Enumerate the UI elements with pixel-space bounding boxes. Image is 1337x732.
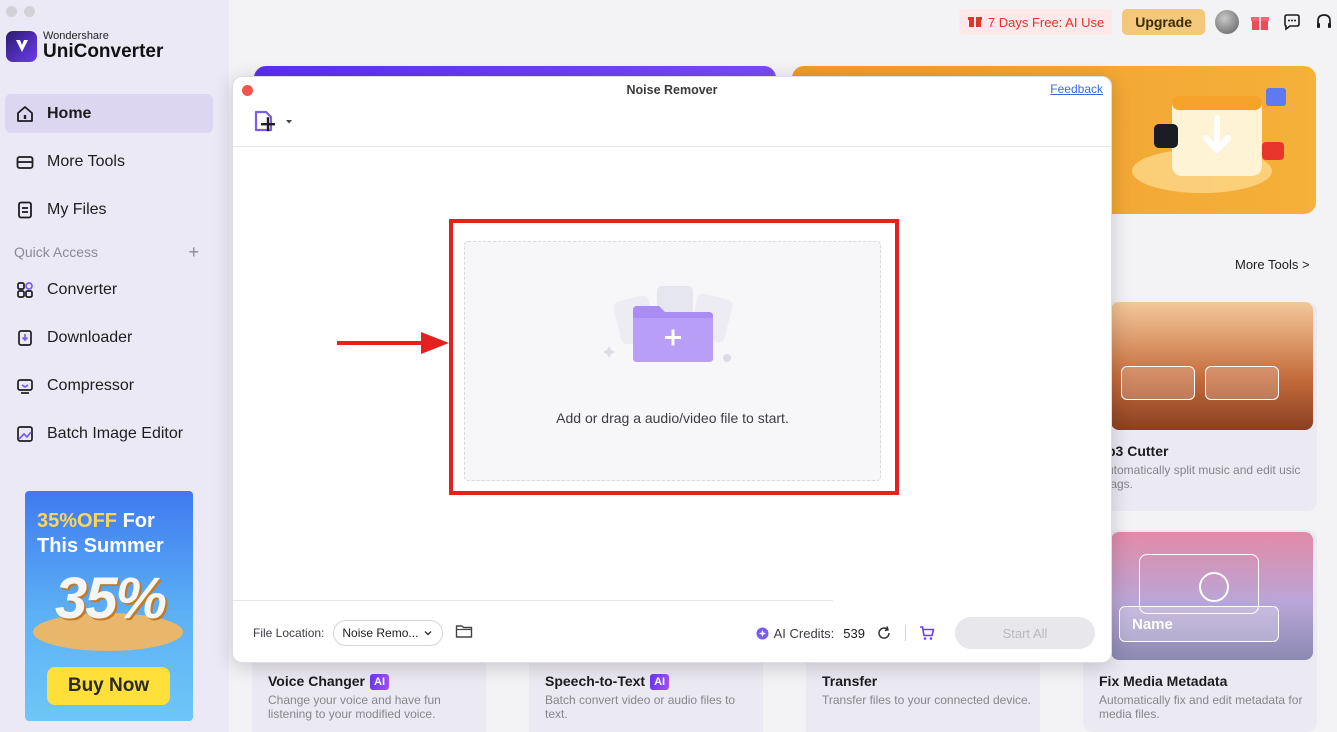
refresh-icon[interactable] bbox=[876, 625, 892, 641]
card-title: Fix Media Metadata bbox=[1099, 673, 1228, 689]
free-trial-badge[interactable]: 7 Days Free: AI Use bbox=[958, 9, 1113, 35]
converter-icon bbox=[15, 280, 35, 300]
red-arrow-annotation bbox=[337, 332, 449, 354]
feedback-link[interactable]: Feedback bbox=[1050, 82, 1103, 96]
image-editor-icon bbox=[15, 424, 35, 444]
ai-credits-label: AI Credits: bbox=[773, 625, 835, 641]
divider bbox=[905, 625, 906, 641]
add-quick-access-icon[interactable]: + bbox=[188, 243, 199, 261]
window-controls bbox=[6, 6, 35, 17]
card-title: Transfer bbox=[822, 673, 878, 689]
card-description: Automatically fix and edit metadata for … bbox=[1099, 693, 1303, 721]
sidebar-item-label: Downloader bbox=[47, 328, 133, 346]
add-file-icon bbox=[254, 110, 275, 132]
sidebar-item-downloader[interactable]: Downloader bbox=[5, 318, 213, 357]
top-toolbar: 7 Days Free: AI Use Upgrade bbox=[958, 8, 1337, 36]
card-title: Speech-to-Text AI bbox=[545, 673, 670, 691]
ai-badge: AI bbox=[370, 674, 389, 691]
app-logo: Wondershare UniConverter bbox=[6, 30, 163, 62]
sidebar-item-label: More Tools bbox=[47, 152, 125, 170]
sidebar-item-label: Batch Image Editor bbox=[47, 424, 184, 442]
quick-access-header: Quick Access + bbox=[14, 243, 199, 261]
upgrade-button[interactable]: Upgrade bbox=[1122, 9, 1205, 35]
file-location-label: File Location: bbox=[253, 626, 325, 640]
promo-headline: 35%OFF For This Summer bbox=[37, 510, 164, 557]
file-location-value: Noise Remo... bbox=[342, 626, 419, 640]
downloader-icon bbox=[15, 328, 35, 348]
sidebar-item-my-files[interactable]: My Files bbox=[5, 190, 213, 229]
metadata-thumbnail: Name bbox=[1111, 532, 1313, 660]
speech-to-text-card[interactable]: Speech-to-Text AI Batch convert video or … bbox=[529, 662, 763, 732]
brand-product: UniConverter bbox=[43, 41, 164, 62]
sidebar-item-batch-image-editor[interactable]: Batch Image Editor bbox=[5, 414, 213, 453]
ai-badge: AI bbox=[650, 674, 670, 691]
sidebar: Wondershare UniConverter Home More Tools… bbox=[0, 0, 229, 732]
metadata-name-field: Name bbox=[1119, 606, 1279, 642]
sidebar-item-more-tools[interactable]: More Tools bbox=[5, 142, 213, 181]
gift-icon bbox=[967, 13, 983, 32]
mp3-cutter-card[interactable]: p3 Cutter utomatically split music and e… bbox=[1083, 302, 1317, 511]
toolbox-icon bbox=[15, 152, 35, 172]
chevron-down-icon bbox=[286, 120, 292, 124]
quick-access-label: Quick Access bbox=[14, 244, 99, 260]
fix-media-metadata-card[interactable]: Name Fix Media Metadata Automatically fi… bbox=[1083, 530, 1317, 732]
card-description: Transfer files to your connected device. bbox=[822, 693, 1031, 707]
voice-changer-card[interactable]: Voice Changer AI Change your voice and ha… bbox=[252, 662, 486, 732]
transfer-card[interactable]: Transfer Transfer files to your connecte… bbox=[806, 662, 1040, 732]
card-description: utomatically split music and edit usic t… bbox=[1107, 463, 1301, 491]
ai-credits-value: 539 bbox=[843, 625, 865, 641]
buy-now-button[interactable]: Buy Now bbox=[47, 667, 170, 705]
compressor-icon bbox=[15, 376, 35, 396]
window-close-button[interactable] bbox=[6, 6, 17, 17]
avatar[interactable] bbox=[1215, 10, 1239, 34]
chevron-down-icon bbox=[424, 631, 432, 636]
free-trial-label: 7 Days Free: AI Use bbox=[987, 14, 1105, 30]
card-description: Batch convert video or audio files to te… bbox=[545, 693, 736, 721]
file-icon bbox=[15, 200, 35, 220]
dialog-title: Noise Remover bbox=[626, 83, 718, 97]
sidebar-item-label: Compressor bbox=[47, 376, 135, 394]
home-icon bbox=[15, 104, 35, 124]
file-drop-zone[interactable]: Add or drag a audio/video file to start. bbox=[464, 241, 881, 481]
card-title: Voice Changer AI bbox=[268, 673, 389, 691]
divider bbox=[233, 146, 1111, 147]
add-folder-icon bbox=[603, 286, 733, 362]
gift-box-icon[interactable] bbox=[1249, 11, 1271, 33]
noise-remover-dialog: Noise Remover Feedback Add or drag a aud… bbox=[232, 76, 1112, 663]
message-icon[interactable] bbox=[1281, 11, 1303, 33]
cart-icon[interactable] bbox=[919, 625, 935, 641]
dialog-footer: File Location: Noise Remo... AI Credits:… bbox=[253, 617, 1095, 649]
file-location-select[interactable]: Noise Remo... bbox=[333, 620, 444, 646]
add-file-button[interactable] bbox=[252, 109, 294, 135]
sidebar-item-label: Converter bbox=[47, 280, 118, 298]
sidebar-item-converter[interactable]: Converter bbox=[5, 270, 213, 309]
sidebar-item-compressor[interactable]: Compressor bbox=[5, 366, 213, 405]
sidebar-item-label: My Files bbox=[47, 200, 107, 218]
ai-credits: AI Credits: 539 bbox=[756, 625, 935, 641]
folder-icon[interactable] bbox=[455, 623, 473, 644]
uniconverter-logo-icon bbox=[6, 30, 37, 62]
more-tools-link[interactable]: More Tools > bbox=[1235, 257, 1310, 272]
ai-credits-icon bbox=[756, 627, 769, 639]
sidebar-item-label: Home bbox=[47, 104, 92, 122]
card-title: p3 Cutter bbox=[1107, 443, 1169, 459]
canyon-thumbnail bbox=[1111, 302, 1313, 430]
sidebar-item-home[interactable]: Home bbox=[5, 94, 213, 133]
summer-promo-banner[interactable]: 35%OFF For This Summer 35% Buy Now bbox=[25, 491, 193, 721]
card-description: Change your voice and have fun listening… bbox=[268, 693, 441, 721]
drop-zone-instruction: Add or drag a audio/video file to start. bbox=[556, 410, 789, 426]
divider bbox=[233, 600, 833, 601]
headset-icon[interactable] bbox=[1313, 11, 1335, 33]
start-all-button[interactable]: Start All bbox=[955, 617, 1095, 649]
window-minimize-button[interactable] bbox=[24, 6, 35, 17]
promo-discount-graphic: 35% bbox=[55, 566, 167, 631]
